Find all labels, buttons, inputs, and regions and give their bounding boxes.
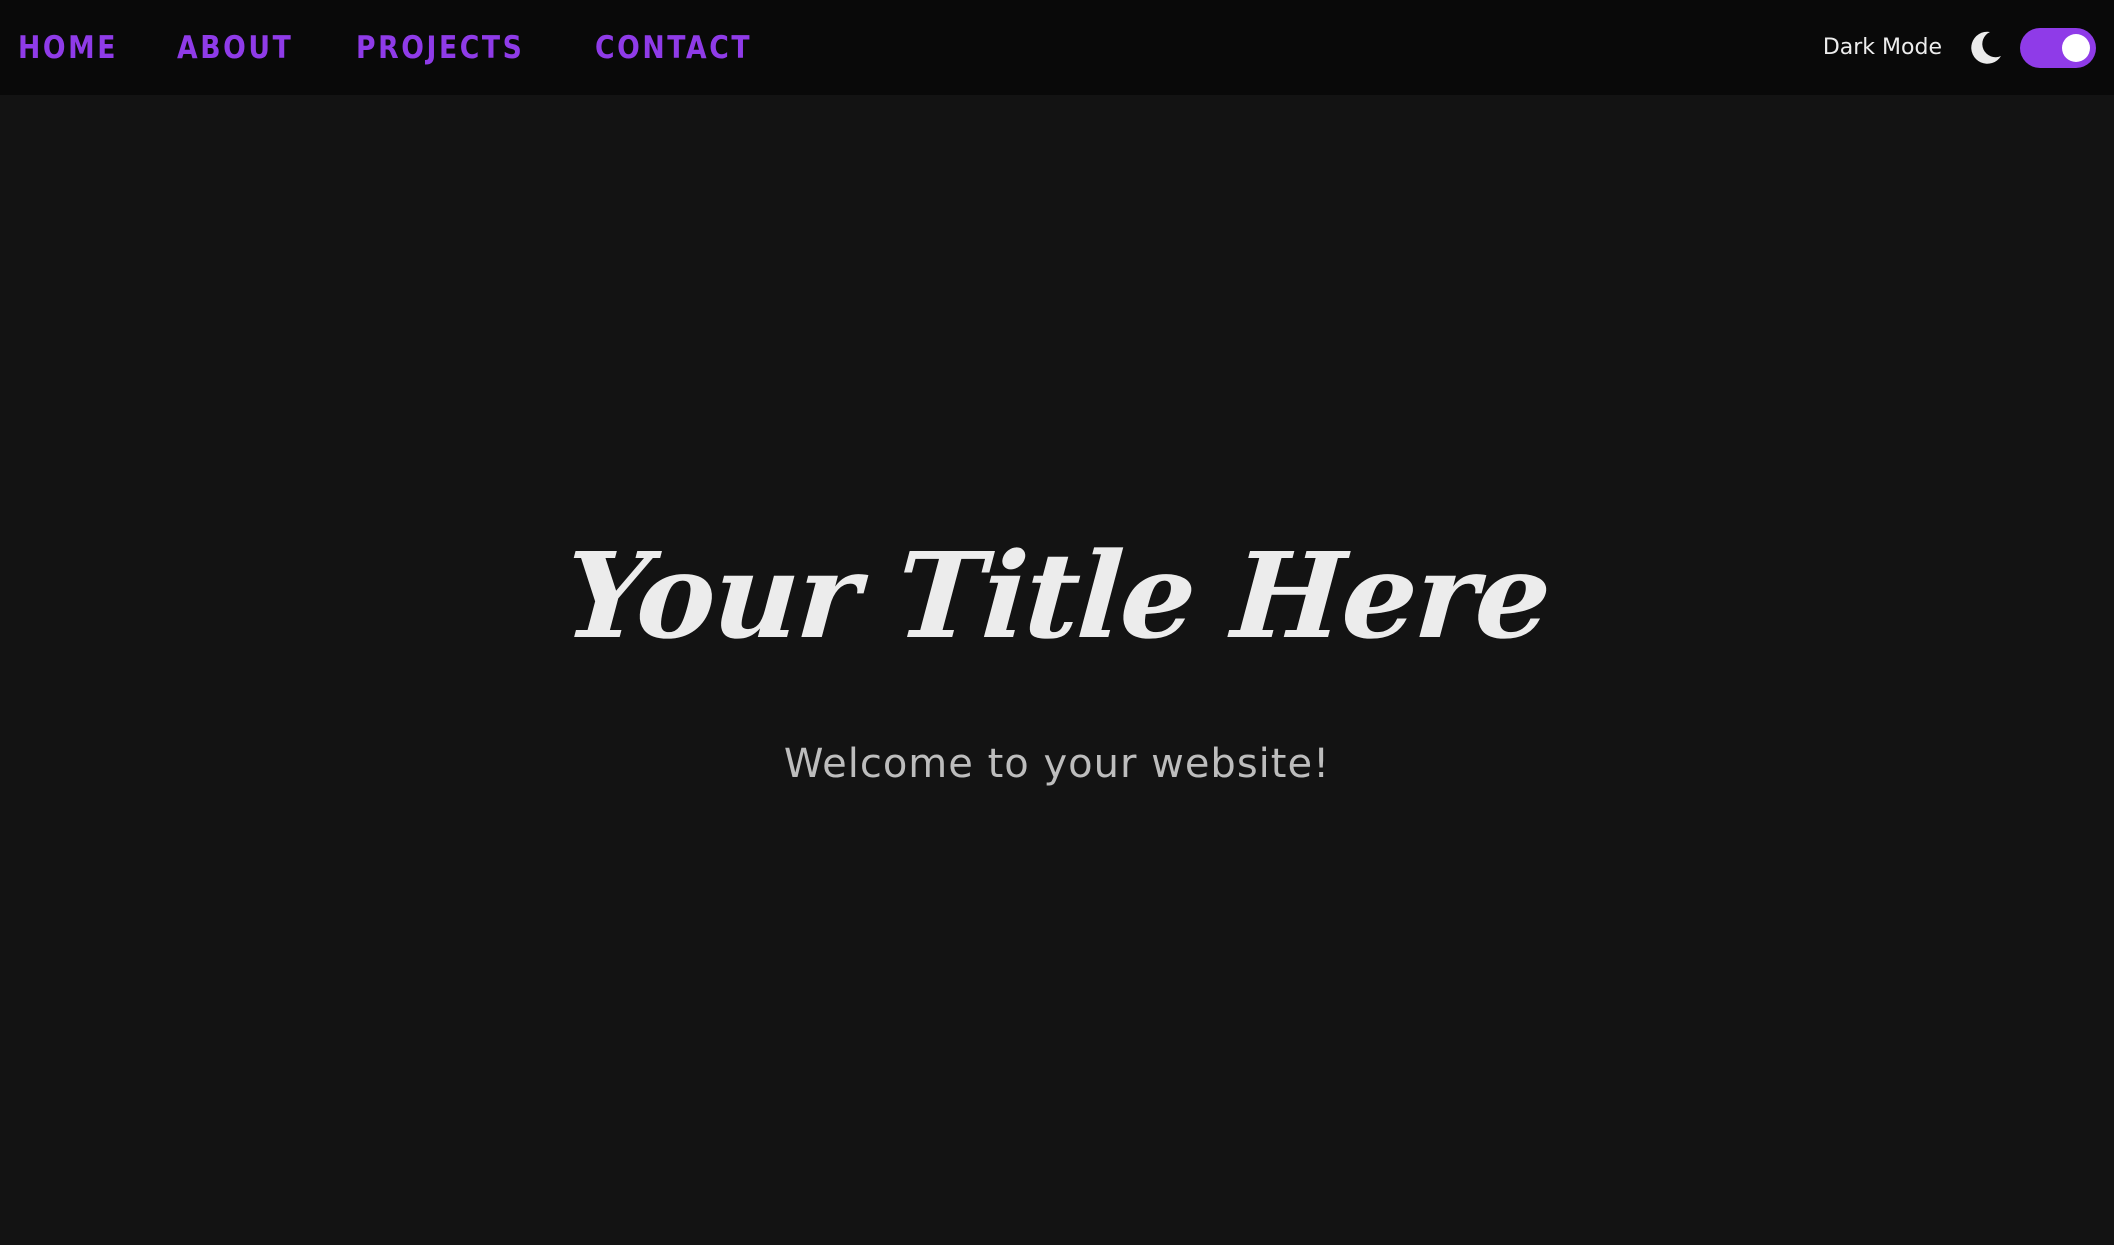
nav-link-home[interactable]: HOME: [18, 30, 118, 66]
hero-subtitle: Welcome to your website!: [783, 741, 1331, 787]
hero-section: Your Title Here Welcome to your website!: [0, 95, 2114, 1245]
dark-mode-label: Dark Mode: [1822, 35, 1942, 60]
moon-icon: [1966, 29, 2004, 67]
nav-link-projects[interactable]: PROJECTS: [356, 30, 524, 66]
dark-mode-toggle[interactable]: [2020, 27, 2096, 68]
nav-link-contact[interactable]: CONTACT: [595, 30, 752, 66]
toggle-knob: [2062, 33, 2090, 62]
hero-title: Your Title Here: [560, 526, 1554, 665]
navbar: HOME ABOUT PROJECTS CONTACT Dark Mode: [0, 0, 2114, 95]
nav-links: HOME ABOUT PROJECTS CONTACT: [18, 30, 820, 66]
nav-link-about[interactable]: ABOUT: [177, 30, 293, 66]
dark-mode-control: Dark Mode: [1823, 0, 2096, 95]
